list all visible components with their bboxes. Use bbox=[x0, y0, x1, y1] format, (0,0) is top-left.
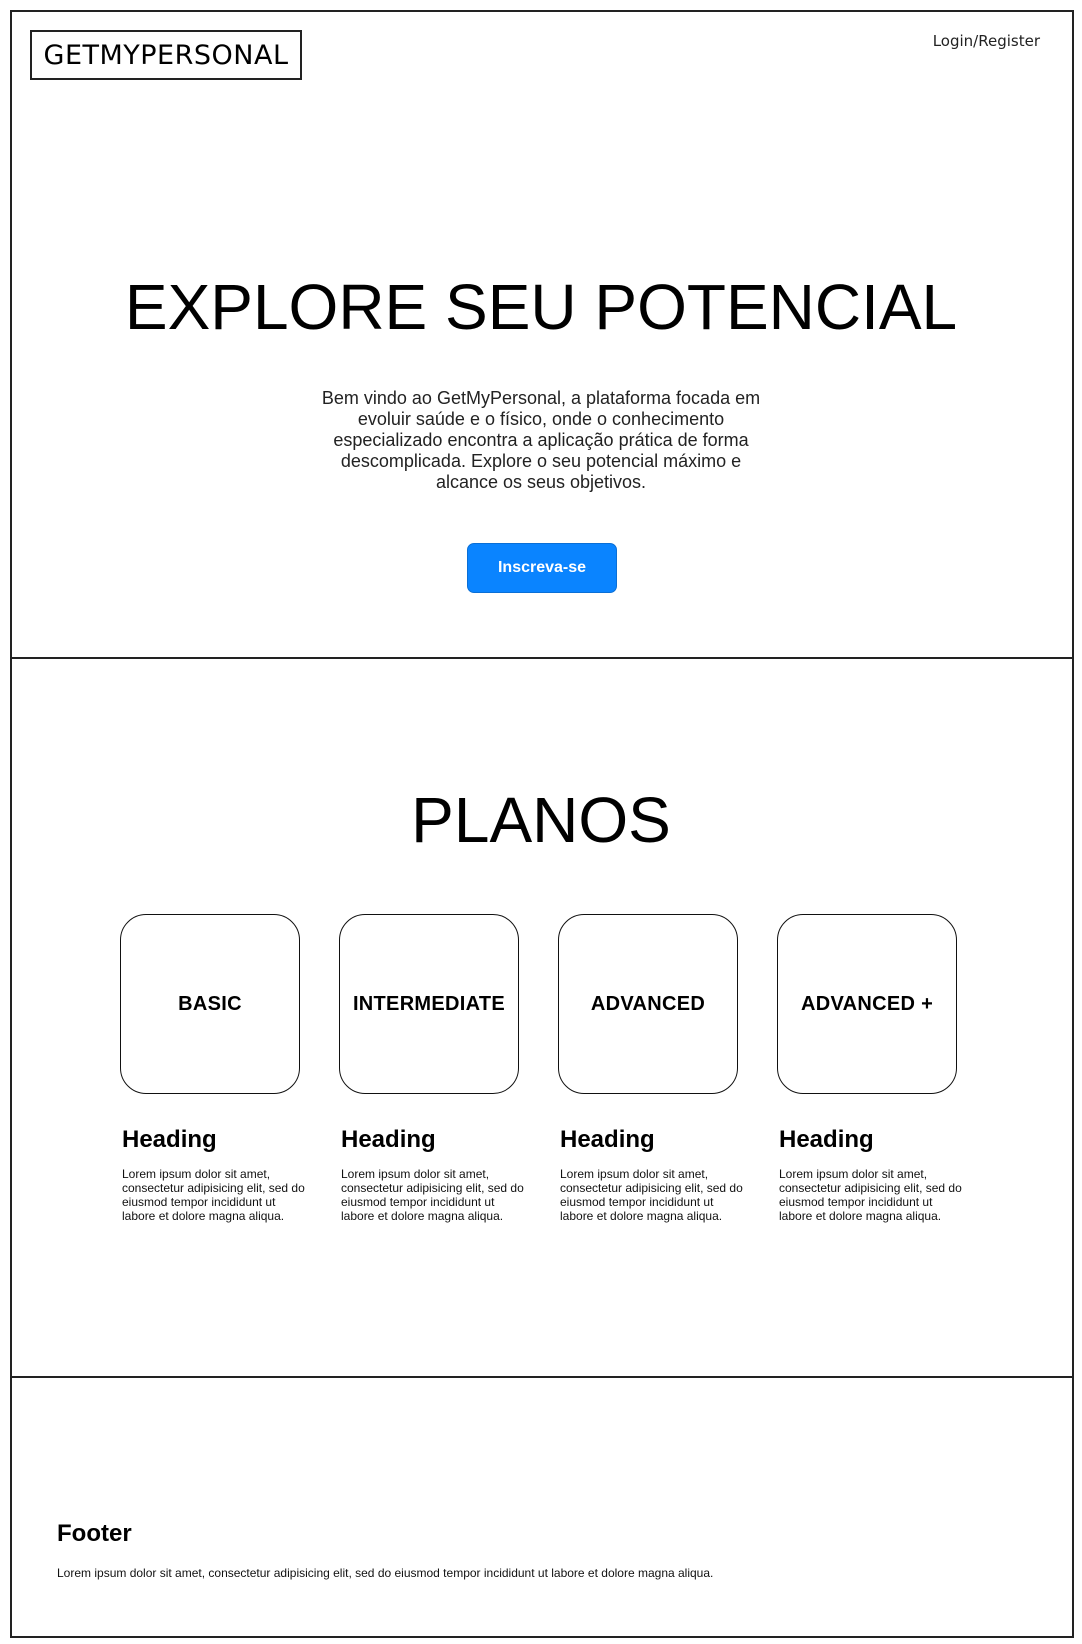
signup-button[interactable]: Inscreva-se bbox=[467, 543, 617, 593]
hero-description: Bem vindo ao GetMyPersonal, a plataforma… bbox=[321, 388, 761, 492]
footer-text: Lorem ipsum dolor sit amet, consectetur … bbox=[57, 1566, 714, 1580]
hero-divider bbox=[10, 657, 1074, 659]
plan-card-intermediate[interactable]: INTERMEDIATE bbox=[339, 914, 519, 1094]
plan-heading: Heading bbox=[560, 1126, 655, 1153]
plan-heading: Heading bbox=[122, 1126, 217, 1153]
login-register-link[interactable]: Login/Register bbox=[933, 32, 1040, 50]
plans-title: PLANOS bbox=[411, 784, 671, 856]
hero-title: EXPLORE SEU POTENCIAL bbox=[124, 271, 958, 343]
plan-text: Lorem ipsum dolor sit amet, consectetur … bbox=[779, 1166, 962, 1223]
footer-heading: Footer bbox=[57, 1520, 132, 1547]
plan-card-advanced-plus[interactable]: ADVANCED + bbox=[777, 914, 957, 1094]
site-logo[interactable]: GETMYPERSONAL bbox=[30, 30, 302, 80]
plan-text: Lorem ipsum dolor sit amet, consectetur … bbox=[122, 1166, 305, 1223]
plan-description-advanced-plus: Heading Lorem ipsum dolor sit amet, cons… bbox=[779, 1126, 964, 1223]
plans-divider bbox=[10, 1376, 1074, 1378]
plan-heading: Heading bbox=[779, 1126, 874, 1153]
plan-card-advanced[interactable]: ADVANCED bbox=[558, 914, 738, 1094]
plan-description-basic: Heading Lorem ipsum dolor sit amet, cons… bbox=[122, 1126, 307, 1223]
plan-description-intermediate: Heading Lorem ipsum dolor sit amet, cons… bbox=[341, 1126, 526, 1223]
plan-card-basic[interactable]: BASIC bbox=[120, 914, 300, 1094]
plan-description-advanced: Heading Lorem ipsum dolor sit amet, cons… bbox=[560, 1126, 745, 1223]
plan-text: Lorem ipsum dolor sit amet, consectetur … bbox=[560, 1166, 743, 1223]
plan-text: Lorem ipsum dolor sit amet, consectetur … bbox=[341, 1166, 524, 1223]
plan-heading: Heading bbox=[341, 1126, 436, 1153]
